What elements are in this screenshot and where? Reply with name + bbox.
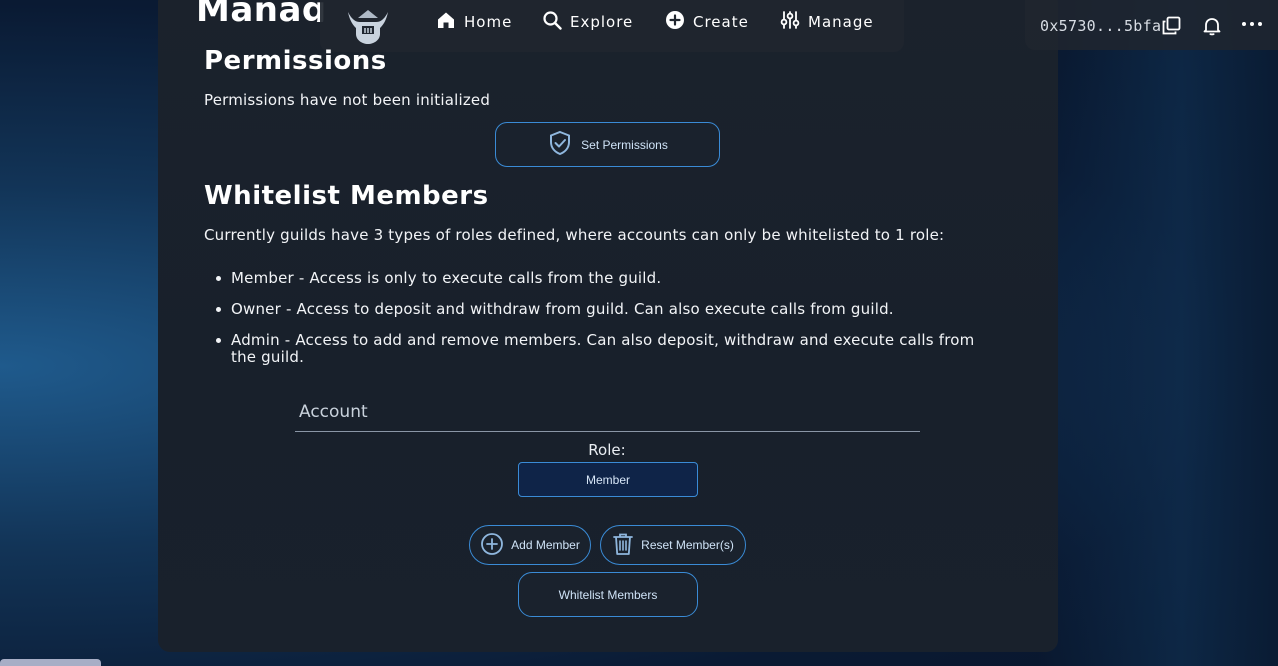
page-title: Manag <box>196 0 327 22</box>
trash-icon <box>612 532 634 559</box>
set-permissions-button[interactable]: Set Permissions <box>495 122 720 167</box>
bell-icon[interactable] <box>1202 16 1222 36</box>
reset-members-button[interactable]: Reset Member(s) <box>600 525 746 565</box>
roles-list: Member - Access is only to execute calls… <box>216 270 991 366</box>
nav-explore-label: Explore <box>570 13 634 31</box>
horizontal-scrollbar-thumb[interactable] <box>0 659 101 666</box>
role-label: Role: <box>588 441 626 459</box>
whitelist-members-label: Whitelist Members <box>558 587 658 602</box>
wallet-address[interactable]: 0x5730...5bfa <box>1040 17 1161 35</box>
plus-circle-outline-icon <box>480 532 504 559</box>
role-member-item: Member - Access is only to execute calls… <box>216 270 991 287</box>
nav-home[interactable]: Home <box>436 10 512 34</box>
guild-logo-icon[interactable] <box>342 6 394 46</box>
whitelist-heading: Whitelist Members <box>204 181 489 211</box>
nav-manage[interactable]: Manage <box>780 10 874 34</box>
add-member-label: Add Member <box>511 538 580 552</box>
top-navbar: Home Explore Create Manage <box>320 0 904 52</box>
reset-members-label: Reset Member(s) <box>641 538 734 552</box>
more-options-icon[interactable] <box>1241 20 1263 28</box>
home-icon <box>436 10 456 34</box>
nav-home-label: Home <box>464 13 513 31</box>
whitelist-description: Currently guilds have 3 types of roles d… <box>204 226 945 244</box>
nav-create-label: Create <box>693 13 749 31</box>
nav-create[interactable]: Create <box>665 10 749 34</box>
search-icon <box>542 10 562 34</box>
background-glow <box>1038 0 1278 666</box>
permissions-heading: Permissions <box>204 46 387 76</box>
nav-explore[interactable]: Explore <box>542 10 633 34</box>
sliders-icon <box>780 10 800 34</box>
add-member-button[interactable]: Add Member <box>469 525 591 565</box>
role-select[interactable]: Member <box>518 462 698 497</box>
whitelist-members-button[interactable]: Whitelist Members <box>518 572 698 617</box>
shield-check-icon <box>547 130 573 159</box>
nav-manage-label: Manage <box>808 13 874 31</box>
permissions-status: Permissions have not been initialized <box>204 91 491 109</box>
plus-circle-icon <box>665 10 685 34</box>
role-admin-item: Admin - Access to add and remove members… <box>216 332 991 366</box>
account-field-wrapper <box>295 392 920 432</box>
role-owner-item: Owner - Access to deposit and withdraw f… <box>216 301 991 318</box>
copy-icon[interactable] <box>1162 16 1181 35</box>
set-permissions-label: Set Permissions <box>581 137 668 152</box>
account-input[interactable] <box>295 392 920 431</box>
